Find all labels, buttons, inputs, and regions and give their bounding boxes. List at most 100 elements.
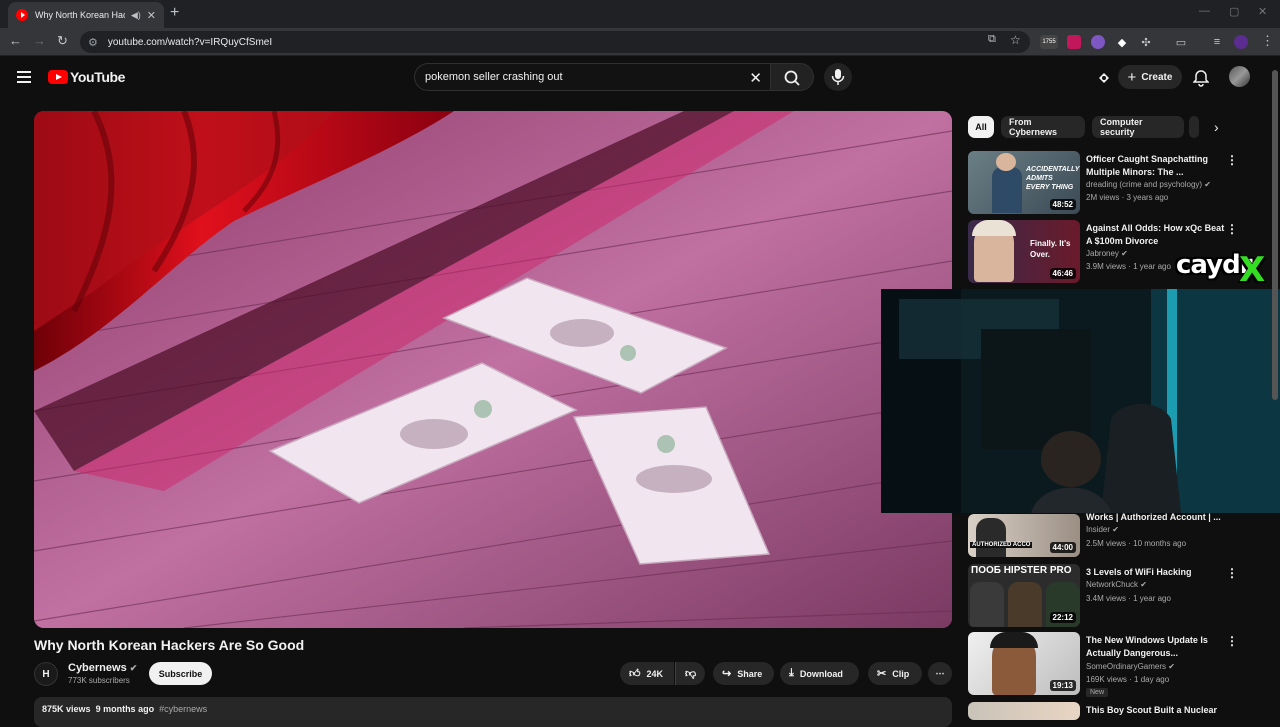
video-title[interactable]: The New Windows Update Is Actually Dange… <box>1086 634 1226 660</box>
recommendation-item[interactable]: ПООБ HIPSTER PRO 22:12 3 Levels of WiFi … <box>968 564 1268 628</box>
channel-name[interactable]: Insider ✔ <box>1086 525 1119 534</box>
search-query: pokemon seller crashing out <box>425 71 563 83</box>
minimize-icon[interactable]: — <box>1199 5 1210 17</box>
extension-red-icon[interactable] <box>1067 35 1081 49</box>
bookmark-star-icon[interactable]: ☆ <box>1010 33 1021 47</box>
extension-counter-icon[interactable]: 1755 <box>1040 35 1058 49</box>
forward-icon[interactable]: → <box>33 33 46 48</box>
hashtag-link[interactable]: #cybernews <box>159 704 207 714</box>
new-tab-icon[interactable]: + <box>170 4 179 22</box>
browser-toolbar: ← → ↻ ⚙ youtube.com/watch?v=IRQuyCfSmeI … <box>0 28 1280 56</box>
more-options-icon[interactable]: ⋮ <box>1226 222 1238 236</box>
menu-icon[interactable] <box>17 71 31 83</box>
video-thumbnail[interactable]: 19:13 <box>968 632 1080 695</box>
recommendation-item[interactable]: ACCIDENTALLY ADMITS EVERY THING 48:52 Of… <box>968 151 1268 215</box>
clip-button[interactable]: ✂ Clip <box>868 662 922 685</box>
channel-name-text: Cybernews <box>68 662 127 674</box>
more-options-icon[interactable]: ⋮ <box>1226 634 1238 648</box>
close-window-icon[interactable]: ✕ <box>1258 5 1267 18</box>
side-panel-icon[interactable]: ▭ <box>1174 35 1188 49</box>
page-scrollbar[interactable] <box>1272 60 1278 720</box>
download-icon: ⤓ <box>789 667 794 679</box>
chip-overflow[interactable] <box>1189 116 1199 138</box>
site-info-icon[interactable]: ⚙ <box>88 36 98 49</box>
channel-name[interactable]: dreading (crime and psychology) ✔ <box>1086 180 1211 189</box>
thumbnail-figure <box>992 167 1022 213</box>
share-label: Share <box>737 668 763 679</box>
video-thumbnail[interactable]: ACCIDENTALLY ADMITS EVERY THING 48:52 <box>968 151 1080 214</box>
close-tab-icon[interactable]: ✕ <box>147 9 156 22</box>
studio-sparkle-icon[interactable] <box>1096 70 1112 86</box>
chip-from-cybernews[interactable]: From Cybernews <box>1001 116 1085 138</box>
description-box[interactable]: 875K views 9 months ago #cybernews <box>34 697 952 727</box>
youtube-logo[interactable]: YouTube <box>48 69 125 85</box>
download-button[interactable]: ⤓ Download <box>780 662 859 685</box>
chevron-right-icon[interactable]: › <box>1214 119 1219 135</box>
video-meta: 3.9M views · 1 year ago <box>1086 262 1171 271</box>
chip-all[interactable]: All <box>968 116 994 138</box>
clear-search-icon[interactable]: ✕ <box>749 69 762 87</box>
reload-icon[interactable]: ↻ <box>57 33 68 49</box>
channel-name-text: NetworkChuck <box>1086 580 1139 589</box>
scrollbar-thumb[interactable] <box>1272 70 1278 400</box>
channel-name[interactable]: Jabroney ✔ <box>1086 249 1128 258</box>
recommendation-item[interactable]: This Boy Scout Built a Nuclear <box>968 702 1268 720</box>
search-input[interactable]: pokemon seller crashing out ✕ <box>414 63 770 91</box>
youtube-header: YouTube pokemon seller crashing out ✕ + … <box>0 56 1280 100</box>
channel-name[interactable]: SomeOrdinaryGamers ✔ <box>1086 662 1175 671</box>
video-meta: 169K views · 1 day ago <box>1086 675 1170 684</box>
extension-diamond-icon[interactable]: ◆ <box>1115 35 1129 49</box>
create-button[interactable]: + Create <box>1118 65 1182 89</box>
channel-avatar-letter: H <box>42 668 50 680</box>
thumbnail-hair <box>972 220 1016 236</box>
create-label: Create <box>1141 71 1173 83</box>
share-button[interactable]: ↪ Share <box>713 662 774 685</box>
install-app-icon[interactable]: ⧉ <box>988 33 996 46</box>
channel-name-text: Insider <box>1086 525 1111 534</box>
video-thumbnail[interactable]: ПООБ HIPSTER PRO 22:12 <box>968 564 1080 627</box>
more-actions-button[interactable]: ⋯ <box>928 662 952 685</box>
video-thumbnail[interactable] <box>968 702 1080 720</box>
channel-name[interactable]: Cybernews ✔ <box>68 662 137 674</box>
more-options-icon[interactable]: ⋮ <box>1226 566 1238 580</box>
extensions-puzzle-icon[interactable]: ✣ <box>1139 35 1153 49</box>
video-title[interactable]: This Boy Scout Built a Nuclear <box>1086 704 1226 717</box>
back-icon[interactable]: ← <box>9 33 22 48</box>
video-title[interactable]: Officer Caught Snapchatting Multiple Min… <box>1086 153 1226 179</box>
voice-search-button[interactable] <box>824 63 852 91</box>
browser-tab[interactable]: Why North Korean Hackers ◀) ✕ <box>8 2 164 28</box>
maximize-icon[interactable]: ▢ <box>1229 5 1239 18</box>
chip-computer-security[interactable]: Computer security <box>1092 116 1184 138</box>
download-label: Download <box>799 668 843 679</box>
search-button[interactable] <box>770 63 814 91</box>
channel-name-text: Jabroney <box>1086 249 1119 258</box>
subscribe-button[interactable]: Subscribe <box>149 662 212 685</box>
profile-icon[interactable] <box>1234 35 1248 49</box>
video-title[interactable]: 3 Levels of WiFi Hacking <box>1086 566 1226 579</box>
thumbs-up-icon: 👍︎ <box>629 668 641 680</box>
thumbnail-hair <box>990 632 1038 648</box>
account-avatar[interactable] <box>1229 66 1250 87</box>
video-thumbnail[interactable]: Finally. It's Over. 46:46 <box>968 220 1080 283</box>
extension-purple-icon[interactable] <box>1091 35 1105 49</box>
video-thumbnail[interactable]: AUTHORIZED ACCO 44:00 <box>968 514 1080 557</box>
more-options-icon[interactable]: ⋮ <box>1226 153 1238 167</box>
speaker-icon[interactable]: ◀) <box>131 10 141 21</box>
video-player[interactable] <box>34 111 952 628</box>
recommendation-item[interactable]: 19:13 The New Windows Update Is Actually… <box>968 632 1268 697</box>
streamer-logo-x: X <box>1239 250 1266 290</box>
notifications-bell-icon[interactable] <box>1193 69 1209 87</box>
channel-avatar[interactable]: H <box>34 662 58 686</box>
like-button[interactable]: 👍︎ 24K <box>620 662 674 685</box>
browser-menu-icon[interactable]: ⋮ <box>1261 33 1274 49</box>
media-controls-icon[interactable]: ≡ <box>1210 35 1224 49</box>
video-title[interactable]: Against All Odds: How xQc Beat A $100m D… <box>1086 222 1226 248</box>
dislike-button[interactable]: 👎︎ <box>675 662 705 685</box>
tab-title: Why North Korean Hackers <box>35 10 125 20</box>
address-bar[interactable]: ⚙ youtube.com/watch?v=IRQuyCfSmeI <box>80 31 1030 53</box>
video-duration: 48:52 <box>1049 199 1076 210</box>
video-meta: 2M views · 3 years ago <box>1086 193 1169 202</box>
youtube-logo-text: YouTube <box>70 69 126 85</box>
thumbs-down-icon: 👎︎ <box>685 668 697 680</box>
channel-name[interactable]: NetworkChuck ✔ <box>1086 580 1147 589</box>
